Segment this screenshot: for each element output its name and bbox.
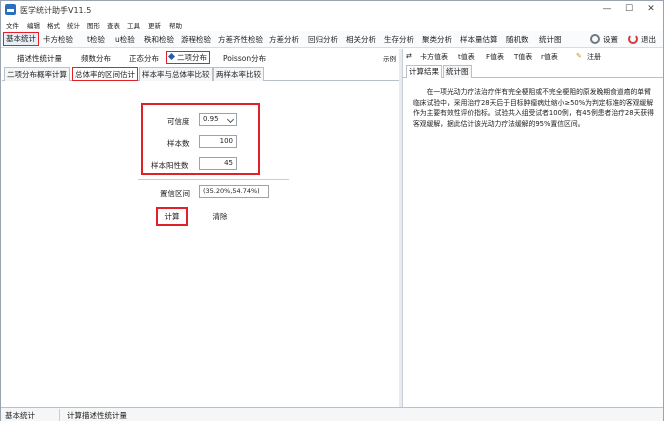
status-divider [59,409,60,421]
status-message: 计算描述性统计量 [67,411,127,420]
toolbar-sample-size[interactable]: 样本量估算 [460,34,498,45]
sample-size-input[interactable]: 100 [199,135,237,148]
menu-lookup[interactable]: 查表 [107,20,120,30]
result-tabs: 计算结果 统计图 [403,65,663,78]
tab-binomial-label: 二项分布 [177,53,207,62]
sample-size-label: 样本数 [167,139,190,148]
subtab-probability[interactable]: 二项分布概率计算 [4,67,70,81]
subtab-sample-vs-population[interactable]: 样本率与总体率比较 [139,67,213,81]
T-table-button[interactable]: T值表 [514,52,532,62]
status-module: 基本统计 [5,411,35,420]
table-toolbar: ⇄ 卡方值表 t值表 F值表 T值表 r值表 ✎ 注册 [403,49,663,64]
confidence-label: 可信度 [167,117,190,126]
key-icon: ✎ [576,52,582,60]
menu-edit[interactable]: 编辑 [27,20,40,30]
toolbar-homogeneity[interactable]: 方差齐性检验 [218,34,263,45]
title-bar: 医学统计助手V11.5 — ☐ ✕ [1,1,663,19]
power-icon[interactable] [628,34,638,44]
tab-stat-chart[interactable]: 统计图 [443,65,472,78]
subtab-two-sample[interactable]: 两样本率比较 [213,67,264,81]
menu-tools[interactable]: 工具 [127,20,140,30]
f-table-button[interactable]: F值表 [486,52,504,62]
menu-file[interactable]: 文件 [6,20,19,30]
calculate-button[interactable]: 计算 [159,211,185,222]
maximize-button[interactable]: ☐ [619,3,639,16]
positive-count-label: 样本阳性数 [151,161,189,170]
gear-icon[interactable] [590,34,600,44]
toolbar-survival[interactable]: 生存分析 [384,34,414,45]
menu-bar: 文件 编辑 格式 统计 图形 查表 工具 更新 帮助 [1,19,663,31]
tab-frequency[interactable]: 频数分布 [81,53,111,64]
ci-label: 置信区间 [160,189,190,198]
menu-graph[interactable]: 图形 [87,20,100,30]
menu-update[interactable]: 更新 [148,20,161,30]
chevron-down-icon [226,115,235,124]
status-bar: 基本统计 计算描述性统计量 [1,407,663,421]
menu-format[interactable]: 格式 [47,20,60,30]
toolbar-random[interactable]: 随机数 [506,34,529,45]
toolbar-u-test[interactable]: u检验 [115,34,135,45]
window-title: 医学统计助手V11.5 [20,6,92,15]
selected-diamond-icon [167,52,176,61]
tab-descriptive[interactable]: 描述性统计量 [17,53,62,64]
minimize-button[interactable]: — [597,3,617,16]
toolbar-anova[interactable]: 方差分析 [269,34,299,45]
settings-button[interactable]: 设置 [603,34,618,45]
exit-button[interactable]: 退出 [641,34,656,45]
form-divider [138,179,289,180]
positive-count-input[interactable]: 45 [199,157,237,170]
toolbar-basic-stats[interactable]: 基本统计 [3,32,39,46]
menu-statistics[interactable]: 统计 [67,20,80,30]
subtab-rate-interval[interactable]: 总体率的区间估计 [72,67,138,81]
toolbar-t-test[interactable]: t检验 [87,34,105,45]
tab-poisson[interactable]: Poisson分布 [223,53,266,64]
toolbar-rank-sum[interactable]: 秩和检验 [144,34,174,45]
tab-normal[interactable]: 正态分布 [129,53,159,64]
toolbar-chart[interactable]: 统计图 [539,34,562,45]
r-table-button[interactable]: r值表 [541,52,558,62]
example-link[interactable]: 示例 [383,53,396,63]
toolbar-correlation[interactable]: 相关分析 [346,34,376,45]
clear-button[interactable]: 清除 [207,211,233,222]
result-text: 在一项光动力疗法治疗伴有完全梗阻或不完全梗阻的原发晚期食道癌的单臂临床试验中，采… [413,88,654,128]
toolbar-runs-test[interactable]: 游程检验 [181,34,211,45]
main-toolbar: 基本统计 卡方检验 t检验 u检验 秩和检验 游程检验 方差齐性检验 方差分析 … [1,31,663,48]
toolbar-regression[interactable]: 回归分析 [308,34,338,45]
chi-table-button[interactable]: 卡方值表 [420,52,448,62]
confidence-select[interactable]: 0.95 [199,113,237,126]
close-button[interactable]: ✕ [641,3,661,16]
toolbar-chi-square[interactable]: 卡方检验 [43,34,73,45]
register-button[interactable]: 注册 [587,52,601,62]
distribution-tabs: 描述性统计量 频数分布 正态分布 二项分布 Poisson分布 示例 [2,50,399,66]
toolbar-cluster[interactable]: 聚类分析 [422,34,452,45]
menu-help[interactable]: 帮助 [169,20,182,30]
tab-results[interactable]: 计算结果 [406,65,442,78]
ci-output: (35.20%,54.74%) [199,185,269,198]
app-window: 医学统计助手V11.5 — ☐ ✕ 文件 编辑 格式 统计 图形 查表 工具 更… [0,0,664,421]
swap-icon[interactable]: ⇄ [406,52,412,60]
app-logo-icon [5,4,16,15]
confidence-value: 0.95 [203,115,219,123]
binomial-subtabs: 二项分布概率计算 总体率的区间估计 样本率与总体率比较 两样本率比较 [2,67,399,81]
t-table-button[interactable]: t值表 [458,52,475,62]
tab-binomial[interactable]: 二项分布 [166,51,210,64]
